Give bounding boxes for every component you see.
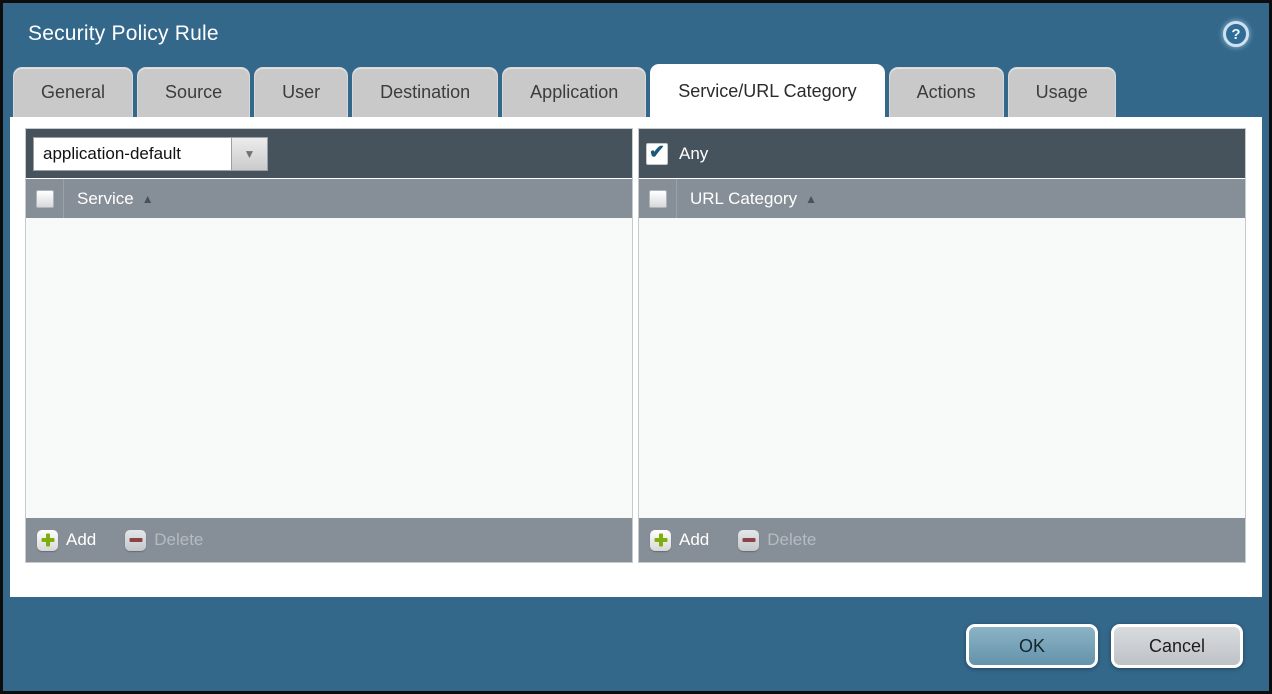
url-category-add-label: Add [679,530,709,550]
tab-destination[interactable]: Destination [352,67,498,117]
tab-source[interactable]: Source [137,67,250,117]
service-type-dropdown[interactable]: application-default ▼ [33,137,268,171]
url-category-panel-toolbar: Add Delete [639,518,1245,562]
service-list [26,218,632,518]
any-label: Any [679,144,708,164]
tab-service-url-category[interactable]: Service/URL Category [650,64,884,117]
security-policy-rule-dialog: Security Policy Rule ? General Source Us… [0,0,1272,694]
tab-user[interactable]: User [254,67,348,117]
service-add-label: Add [66,530,96,550]
tab-general[interactable]: General [13,67,133,117]
sort-ascending-icon: ▲ [805,192,817,206]
cancel-button[interactable]: Cancel [1111,624,1243,668]
service-add-button[interactable]: Add [37,530,96,551]
title-bar: Security Policy Rule ? [3,3,1269,65]
url-category-column-sort[interactable]: URL Category ▲ [690,189,817,209]
service-panel: application-default ▼ Service ▲ Add [25,128,633,563]
service-column-sort[interactable]: Service ▲ [77,189,154,209]
ok-button[interactable]: OK [966,624,1098,668]
url-category-panel-header: ✔ Any [639,129,1245,178]
url-category-column-header: URL Category ▲ [639,178,1245,218]
service-column-header: Service ▲ [26,178,632,218]
url-category-list [639,218,1245,518]
sort-ascending-icon: ▲ [142,192,154,206]
url-category-column-label: URL Category [690,189,797,209]
chevron-down-icon[interactable]: ▼ [231,137,268,171]
service-column-label: Service [77,189,134,209]
plus-icon [37,530,58,551]
url-category-delete-button[interactable]: Delete [738,530,816,551]
checkmark-icon: ✔ [649,143,665,162]
help-icon[interactable]: ? [1223,21,1249,47]
tab-bar: General Source User Destination Applicat… [3,65,1269,117]
any-checkbox[interactable]: ✔ [646,143,668,165]
service-select-all-checkbox[interactable] [36,190,54,208]
service-panel-toolbar: Add Delete [26,518,632,562]
url-category-select-all-cell [639,179,677,218]
url-category-select-all-checkbox[interactable] [649,190,667,208]
minus-icon [125,530,146,551]
tab-content: application-default ▼ Service ▲ Add [10,117,1262,597]
service-panel-header: application-default ▼ [26,129,632,178]
dialog-title: Security Policy Rule [28,22,219,46]
url-category-delete-label: Delete [767,530,816,550]
tab-application[interactable]: Application [502,67,646,117]
dialog-footer: OK Cancel [3,597,1269,668]
plus-icon [650,530,671,551]
tab-usage[interactable]: Usage [1008,67,1116,117]
service-delete-button[interactable]: Delete [125,530,203,551]
service-type-dropdown-value[interactable]: application-default [33,137,231,171]
tab-actions[interactable]: Actions [889,67,1004,117]
service-delete-label: Delete [154,530,203,550]
url-category-panel: ✔ Any URL Category ▲ Add [638,128,1246,563]
url-category-add-button[interactable]: Add [650,530,709,551]
service-select-all-cell [26,179,64,218]
minus-icon [738,530,759,551]
